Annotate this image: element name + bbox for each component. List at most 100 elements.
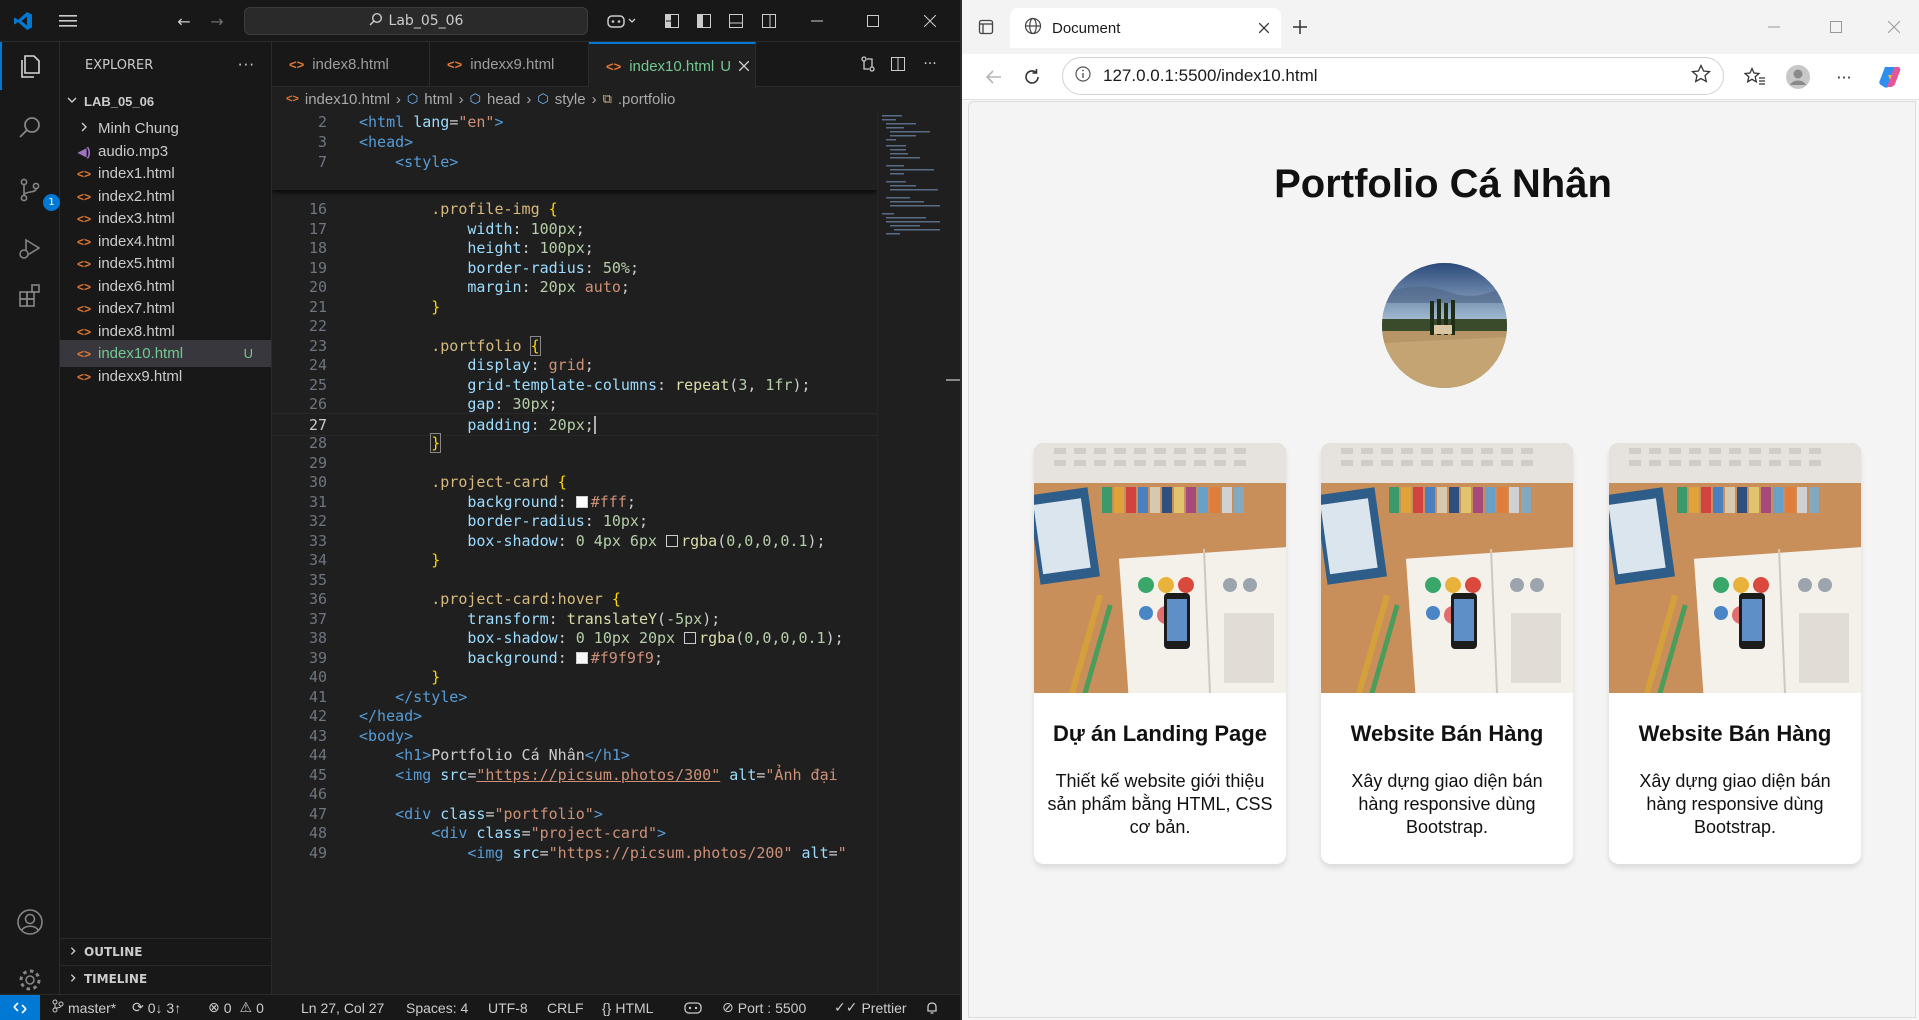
- page-title: Portfolio Cá Nhân: [1274, 162, 1612, 206]
- minimize-icon[interactable]: [805, 9, 829, 33]
- timeline-section[interactable]: TIMELINE: [60, 965, 271, 991]
- page-viewport: Portfolio Cá Nhân Dự án Landing Page Thi…: [968, 101, 1916, 1018]
- toggle-secondary-sidebar-icon[interactable]: [757, 9, 781, 33]
- profile-image: [1382, 263, 1507, 388]
- breadcrumb-item[interactable]: style: [555, 91, 586, 108]
- copilot-icon[interactable]: [604, 9, 640, 33]
- html-file-icon: <>: [76, 324, 91, 339]
- vscode-window: ← → Lab_05_06 1 EXPLORER ··· LAB_05_06 M…: [0, 0, 960, 1020]
- problems-status[interactable]: ⊗ 0 ⚠ 0: [208, 995, 264, 1020]
- more-actions-icon[interactable]: ···: [918, 52, 942, 76]
- html-file-icon: <>: [76, 189, 91, 204]
- menu-icon[interactable]: [54, 9, 82, 33]
- toggle-panel-icon[interactable]: [724, 9, 748, 33]
- globe-icon: [1024, 17, 1042, 39]
- extensions-icon[interactable]: [12, 278, 48, 314]
- tab-label: index10.html: [629, 57, 715, 75]
- split-editor-icon[interactable]: [886, 52, 910, 76]
- breadcrumb-item[interactable]: index10.html: [305, 91, 390, 108]
- profile-avatar-icon[interactable]: [1784, 63, 1812, 91]
- active-indicator: [0, 42, 2, 90]
- element-icon: ⬡: [537, 91, 549, 106]
- tree-item-label: index7.html: [98, 300, 175, 317]
- close-icon[interactable]: [918, 9, 942, 33]
- back-arrow-icon[interactable]: ←: [172, 9, 196, 33]
- account-icon[interactable]: [12, 904, 48, 940]
- copilot-status-icon[interactable]: [684, 995, 702, 1020]
- layout-panels-icon[interactable]: [660, 9, 684, 33]
- url-text: 127.0.0.1:5500/index10.html: [1103, 66, 1318, 85]
- cursor-position[interactable]: Ln 27, Col 27: [301, 995, 384, 1020]
- copilot-icon[interactable]: [1876, 63, 1904, 91]
- editor-scrollbar[interactable]: [946, 111, 960, 1004]
- more-actions-icon[interactable]: ···: [238, 56, 255, 74]
- live-server-status[interactable]: ⊘ Port : 5500: [722, 995, 806, 1020]
- tree-item-file[interactable]: <> indexx9.html: [60, 363, 271, 390]
- outline-label: OUTLINE: [84, 944, 143, 959]
- close-icon[interactable]: [1882, 15, 1906, 39]
- activity-bar: 1: [0, 42, 60, 1004]
- html-file-icon: <>: [76, 211, 91, 226]
- eol-status[interactable]: CRLF: [547, 995, 584, 1020]
- breadcrumb-item[interactable]: head: [487, 91, 520, 108]
- settings-gear-icon[interactable]: [12, 962, 48, 998]
- chevron-right-icon: ›: [591, 90, 597, 108]
- back-arrow-icon[interactable]: [982, 65, 1006, 89]
- outline-section[interactable]: OUTLINE: [60, 938, 271, 964]
- tab-actions-icon[interactable]: [974, 15, 998, 39]
- explorer-icon[interactable]: [12, 48, 48, 84]
- browser-tab-strip: Document: [962, 0, 1919, 54]
- run-debug-icon[interactable]: [12, 230, 48, 266]
- refresh-icon[interactable]: [1020, 65, 1044, 89]
- project-folder[interactable]: LAB_05_06: [60, 88, 271, 115]
- more-menu-icon[interactable]: ···: [1832, 65, 1856, 89]
- browser-window: Document 127.0.0.1:5500/index10.html ···…: [962, 0, 1919, 1020]
- minimap[interactable]: [877, 111, 952, 1004]
- language-mode[interactable]: {} HTML: [602, 995, 653, 1020]
- project-card[interactable]: Dự án Landing Page Thiết kế website giới…: [1034, 443, 1286, 864]
- maximize-icon[interactable]: [1824, 15, 1848, 39]
- notifications-bell-icon[interactable]: [925, 995, 939, 1020]
- project-image: [1034, 443, 1286, 693]
- prettier-status[interactable]: ✓✓ Prettier: [834, 995, 907, 1020]
- source-control-icon[interactable]: 1: [12, 172, 60, 211]
- forward-arrow-icon[interactable]: →: [205, 9, 229, 33]
- remote-indicator-icon[interactable]: [0, 995, 40, 1020]
- warning-count: 0: [256, 999, 264, 1016]
- project-image: [1321, 443, 1573, 693]
- breadcrumb-item[interactable]: html: [424, 91, 452, 108]
- html-file-icon: <>: [76, 256, 91, 271]
- html-file-icon: <>: [76, 369, 91, 384]
- new-tab-plus-icon[interactable]: [1288, 15, 1312, 39]
- breadcrumb-item[interactable]: .portfolio: [618, 91, 676, 108]
- tab-indexx9[interactable]: <> indexx9.html: [430, 42, 589, 87]
- branch-status[interactable]: master*: [52, 995, 116, 1020]
- tree-item-label: index5.html: [98, 255, 175, 272]
- project-title: Website Bán Hàng: [1350, 721, 1544, 746]
- close-tab-icon[interactable]: [738, 58, 750, 75]
- toggle-sidebar-icon[interactable]: [692, 9, 716, 33]
- html-file-icon: <>: [76, 301, 91, 316]
- tab-index10[interactable]: <> index10.html U: [589, 42, 756, 88]
- tree-item-label: index1.html: [98, 165, 175, 182]
- favorites-icon[interactable]: [1742, 65, 1768, 89]
- encoding-status[interactable]: UTF-8: [488, 995, 528, 1020]
- minimize-icon[interactable]: [1762, 15, 1786, 39]
- error-icon: ⊗: [208, 999, 220, 1015]
- indentation-status[interactable]: Spaces: 4: [406, 995, 468, 1020]
- tab-index8[interactable]: <> index8.html: [272, 42, 430, 87]
- project-card[interactable]: Website Bán Hàng Xây dựng giao diện bán …: [1321, 443, 1573, 864]
- error-count: 0: [223, 999, 232, 1016]
- project-card[interactable]: Website Bán Hàng Xây dựng giao diện bán …: [1609, 443, 1861, 864]
- close-tab-icon[interactable]: [1258, 20, 1270, 37]
- browser-tab-active[interactable]: Document: [1010, 8, 1281, 48]
- address-bar[interactable]: 127.0.0.1:5500/index10.html: [1062, 57, 1724, 95]
- sync-status[interactable]: ⟳ 0↓ 3↑: [132, 995, 181, 1020]
- maximize-icon[interactable]: [861, 9, 885, 33]
- code-editor[interactable]: 2 <html lang="en"> 3 <head> 7 <style> 16 .…: [272, 111, 877, 1004]
- favorite-star-icon[interactable]: [1690, 63, 1712, 89]
- search-icon[interactable]: [12, 110, 48, 146]
- open-changes-icon[interactable]: [856, 52, 880, 76]
- tree-item-label: indexx9.html: [98, 368, 183, 385]
- command-center-search[interactable]: Lab_05_06: [244, 7, 588, 35]
